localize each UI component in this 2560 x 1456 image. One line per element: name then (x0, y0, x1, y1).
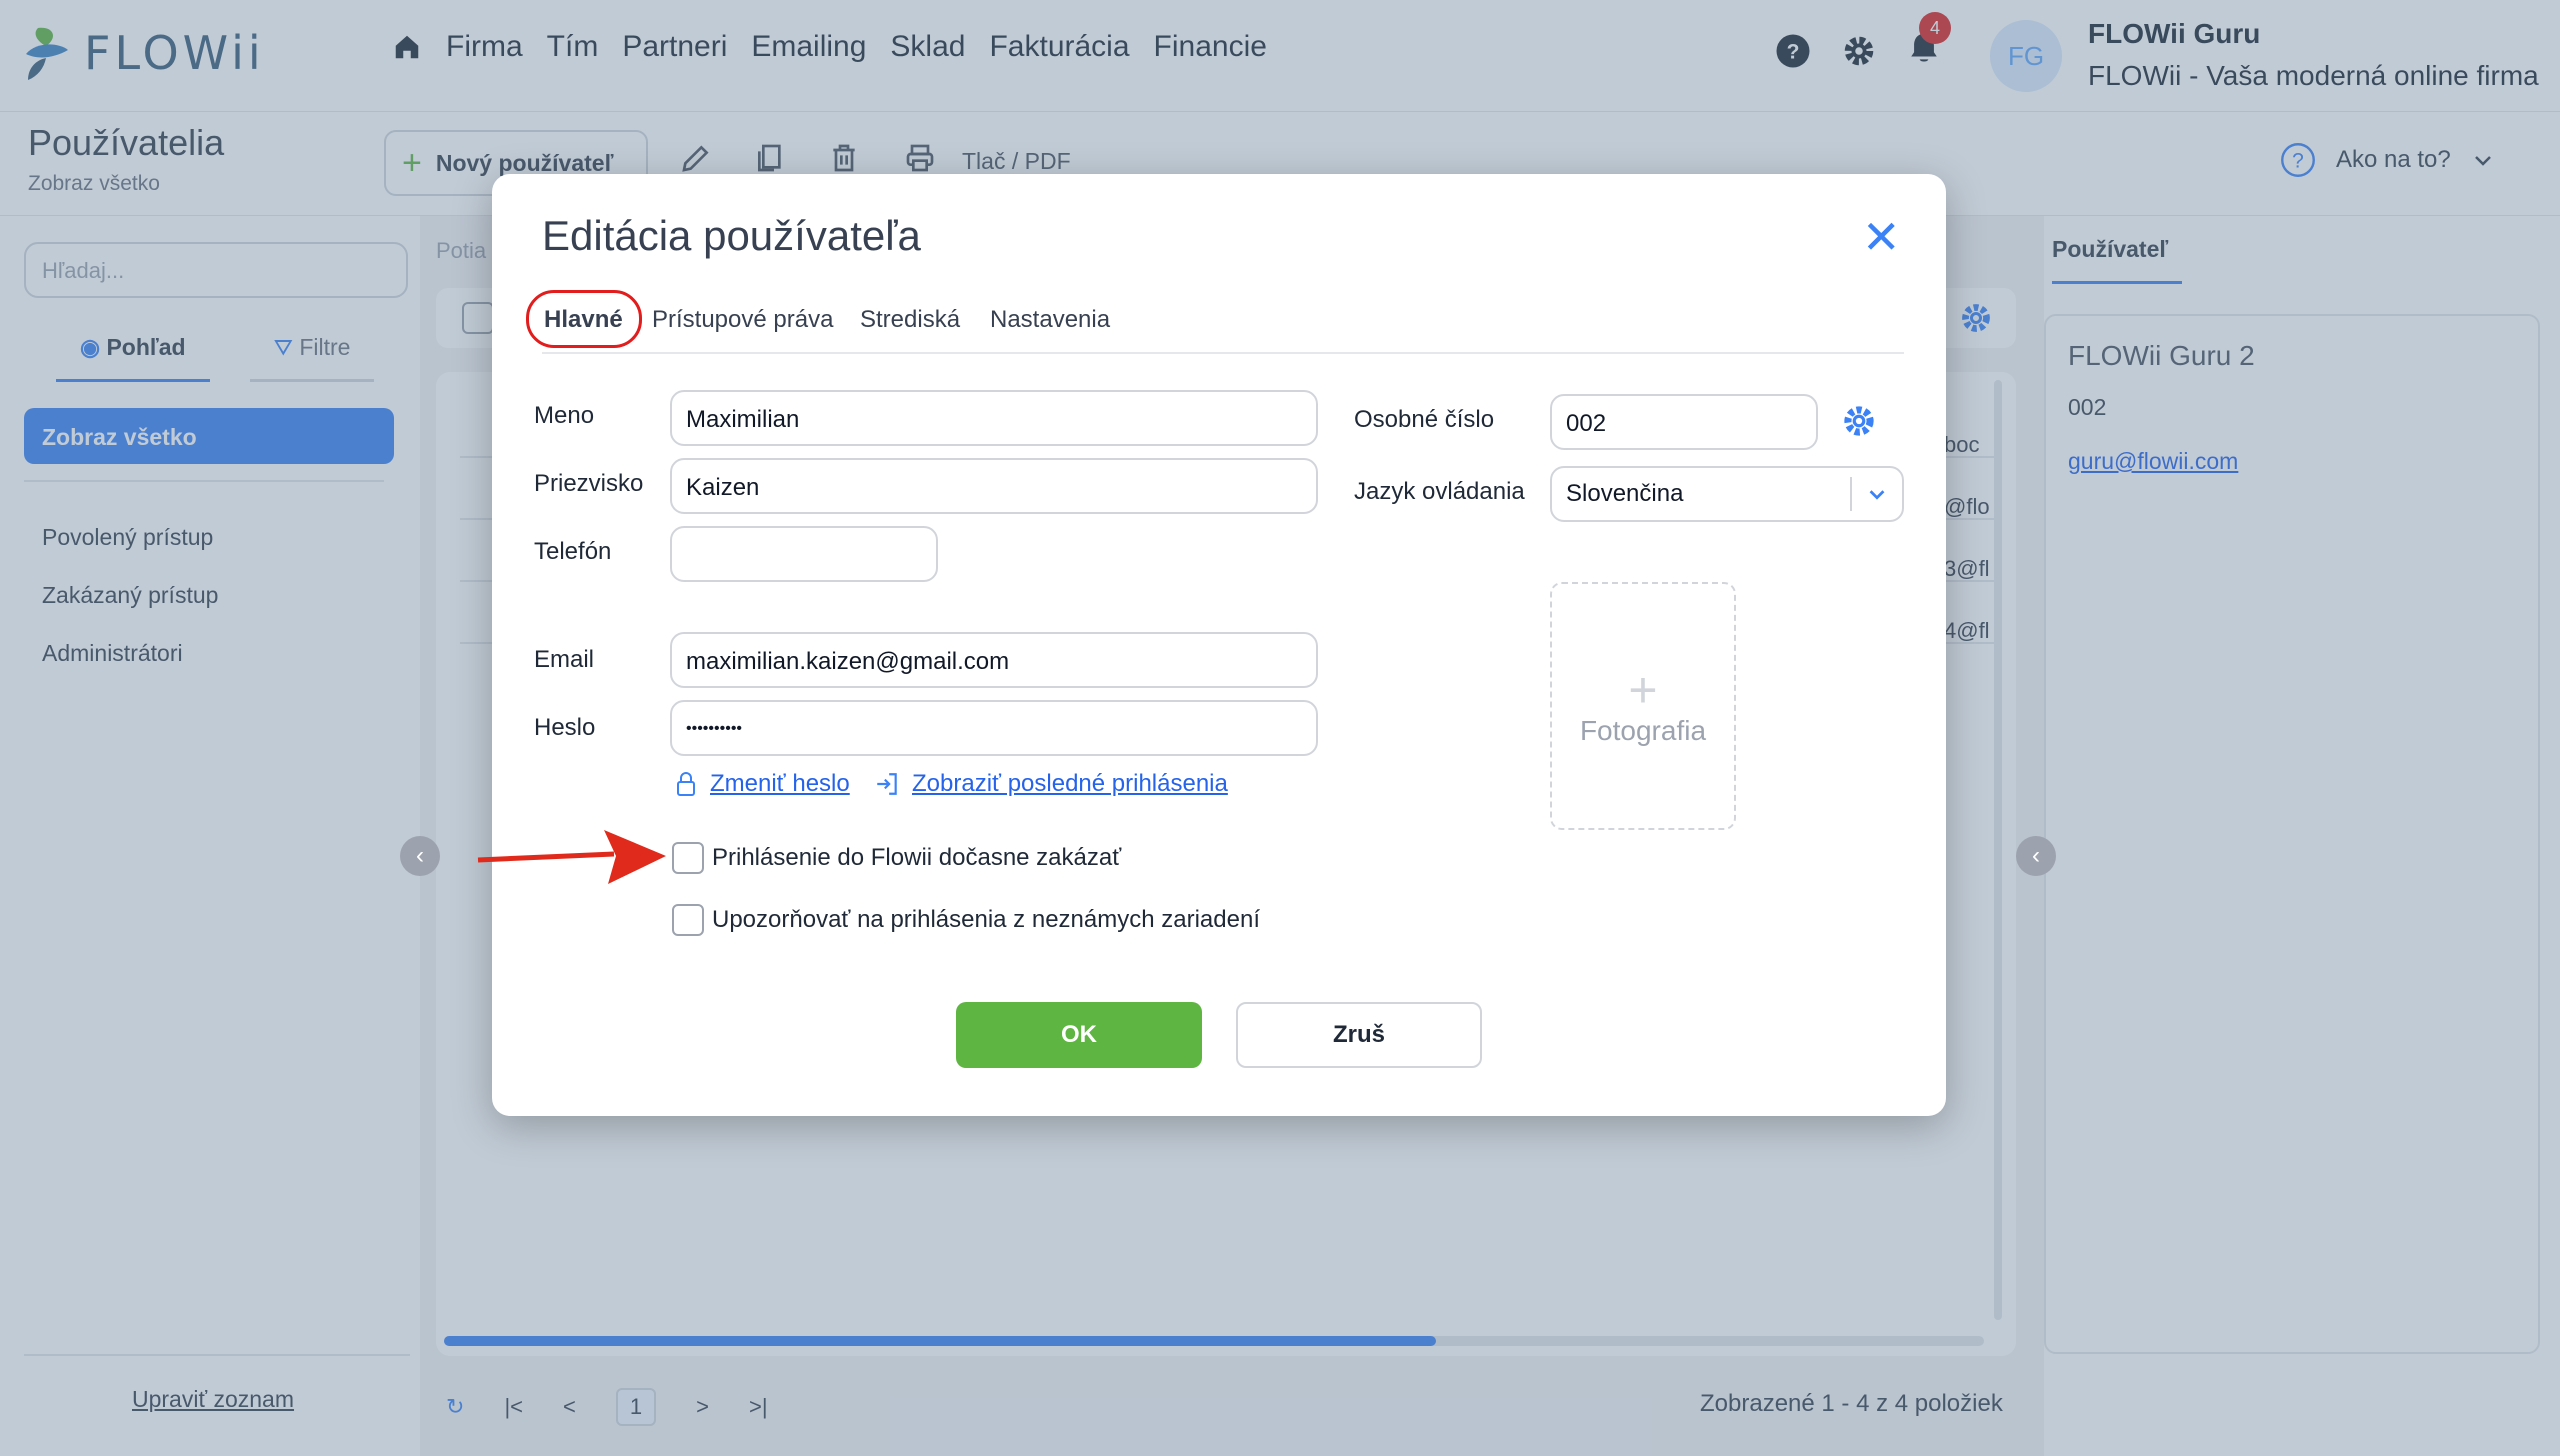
highlight-circle (526, 290, 642, 348)
notify-unknown-devices-label: Upozorňovať na prihlásenia z neznámych z… (712, 906, 1260, 933)
personal-number-field[interactable]: 002 (1550, 394, 1818, 450)
dialog-tabs: Hlavné Prístupové práva Strediská Nastav… (542, 294, 1904, 354)
collapse-left-icon[interactable]: ‹ (400, 836, 440, 876)
login-icon (877, 773, 897, 795)
label-telefon: Telefón (534, 538, 612, 565)
label-meno: Meno (534, 402, 595, 429)
plus-icon: + (1628, 662, 1658, 718)
tab-pristupove-prava[interactable]: Prístupové práva (652, 306, 833, 334)
phone-field[interactable] (670, 526, 938, 582)
ok-button[interactable]: OK (956, 1002, 1202, 1068)
arrow-annotation (477, 830, 666, 884)
email-field[interactable]: maximilian.kaizen@gmail.com (670, 632, 1318, 688)
change-password-link[interactable]: Zmeniť heslo (674, 770, 850, 798)
language-value: Slovenčina (1566, 480, 1684, 507)
last-name-field[interactable]: Kaizen (670, 458, 1318, 514)
lock-icon (677, 772, 695, 796)
language-select[interactable]: Slovenčina (1550, 466, 1904, 522)
label-heslo: Heslo (534, 714, 596, 741)
disable-login-checkbox[interactable] (672, 842, 704, 874)
chevron-down-icon (1850, 477, 1888, 511)
label-email: Email (534, 646, 595, 673)
photo-label: Fotografia (1579, 715, 1707, 746)
close-icon[interactable]: ✕ (1862, 214, 1901, 260)
show-logins-link[interactable]: Zobraziť posledné prihlásenia (874, 770, 1228, 798)
password-field[interactable]: •••••••••• (670, 700, 1318, 756)
tab-strediska[interactable]: Strediská (860, 306, 960, 334)
tab-nastavenia[interactable]: Nastavenia (990, 306, 1110, 334)
cancel-button[interactable]: Zruš (1236, 1002, 1482, 1068)
number-settings-icon[interactable] (1840, 402, 1878, 440)
label-osobne-cislo: Osobné číslo (1354, 406, 1495, 433)
notify-unknown-devices-checkbox[interactable] (672, 904, 704, 936)
photo-upload[interactable]: + Fotografia (1550, 582, 1736, 830)
collapse-right-icon[interactable]: ‹ (2016, 836, 2056, 876)
disable-login-label: Prihlásenie do Flowii dočasne zakázať (712, 844, 1122, 871)
label-jazyk: Jazyk ovládania (1354, 478, 1525, 505)
label-priezvisko: Priezvisko (534, 470, 644, 497)
dialog-title: Editácia používateľa (542, 212, 921, 259)
change-password-label: Zmeniť heslo (710, 770, 850, 797)
first-name-field[interactable]: Maximilian (670, 390, 1318, 446)
show-logins-label: Zobraziť posledné prihlásenia (912, 770, 1228, 797)
